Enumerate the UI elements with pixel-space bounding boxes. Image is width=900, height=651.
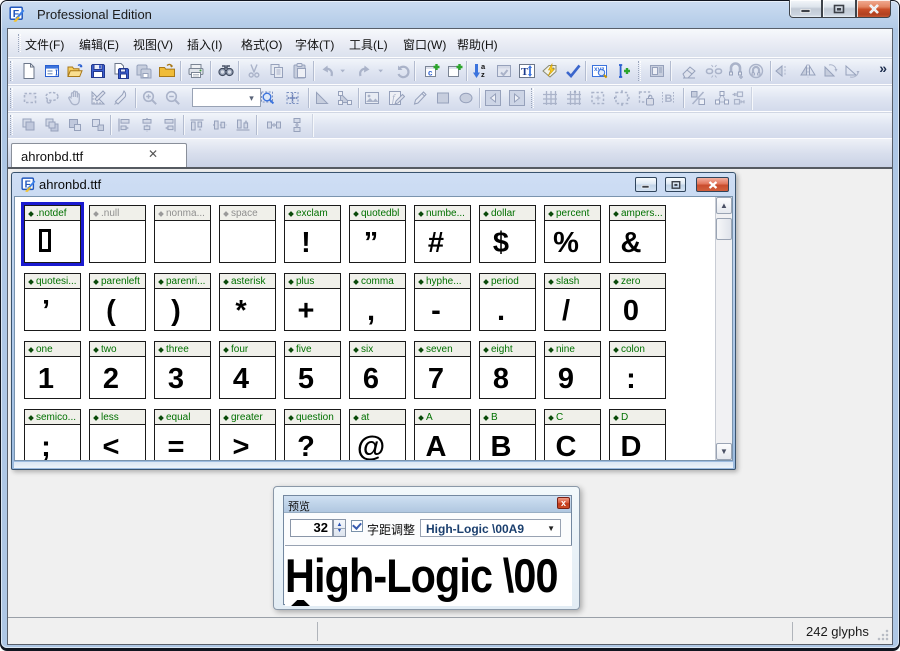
svg-text:B: B [665, 93, 673, 105]
svg-text:T: T [521, 66, 529, 78]
svg-text:c: c [428, 69, 433, 78]
svg-text:z: z [481, 70, 485, 79]
